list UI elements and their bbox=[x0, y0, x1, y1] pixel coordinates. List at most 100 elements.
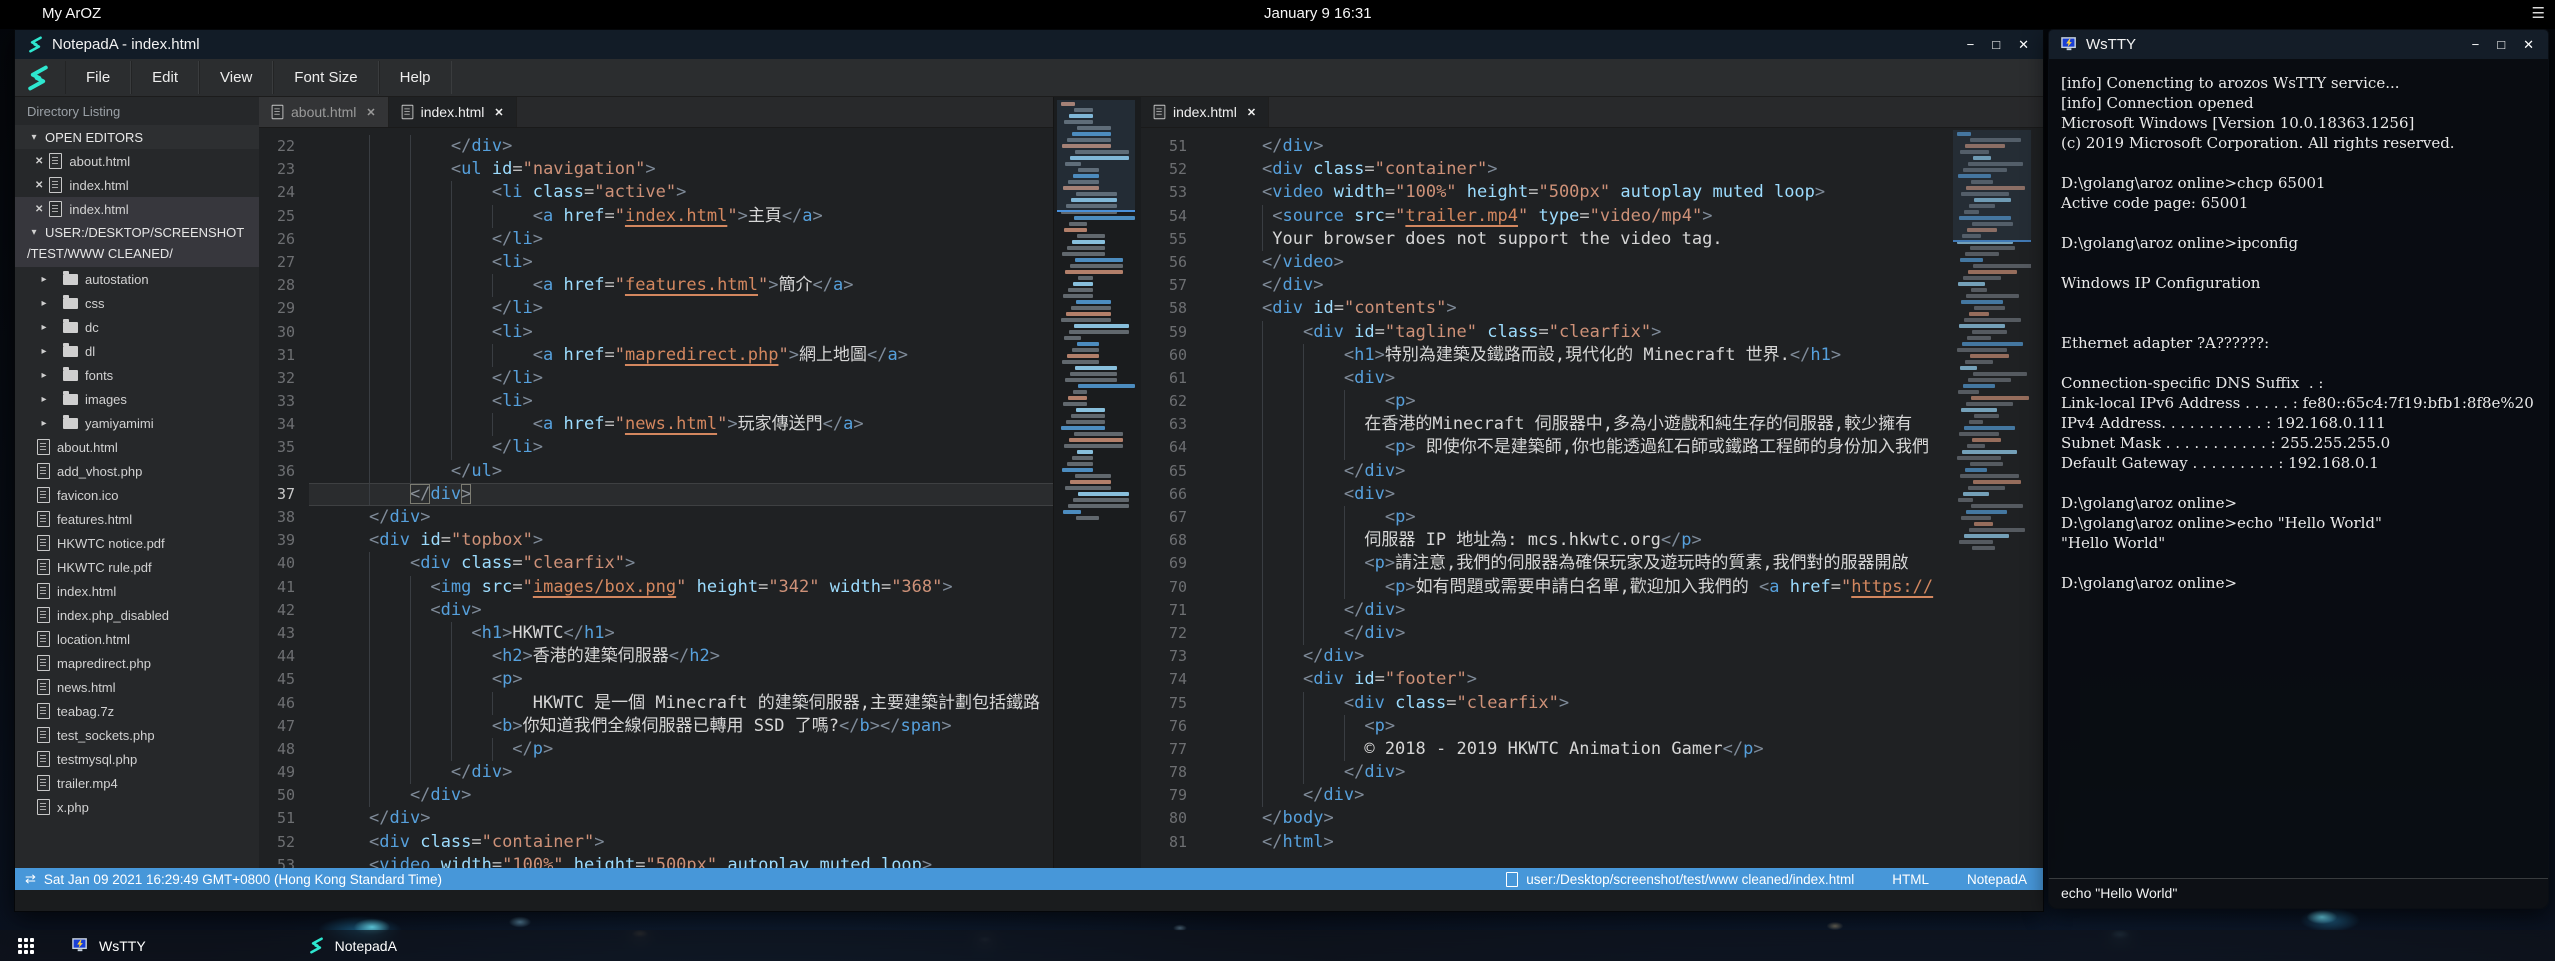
editor-pane-right[interactable]: index.html✕ 5152535455565758596061626364… bbox=[1141, 97, 2043, 890]
editor-left[interactable]: 2223242526272829303132333435363738394041… bbox=[259, 127, 1053, 890]
code-line[interactable]: <a href="features.html">簡介</a> bbox=[309, 274, 1053, 297]
code-line[interactable]: <div id="topbox"> bbox=[309, 529, 1053, 552]
code-line[interactable]: </li> bbox=[309, 228, 1053, 251]
tab-index.html[interactable]: index.html✕ bbox=[389, 97, 517, 127]
code-line[interactable]: </div> bbox=[1205, 645, 2043, 668]
terminal-output[interactable]: [info] Conencting to arozos WsTTY servic… bbox=[2049, 59, 2548, 878]
code-line[interactable]: <div id="tagline" class="clearfix"> bbox=[1205, 321, 2043, 344]
file-item[interactable]: about.html bbox=[15, 435, 259, 459]
code-line[interactable]: <img src="images/box.png" height="342" w… bbox=[309, 576, 1053, 599]
close-icon[interactable]: ✕ bbox=[2523, 37, 2534, 53]
code-line[interactable]: <div id="contents"> bbox=[1205, 297, 2043, 320]
file-item[interactable]: index.php_disabled bbox=[15, 603, 259, 627]
workspace-header[interactable]: ▾USER:/DESKTOP/SCREENSHOT/TEST/WWW CLEAN… bbox=[15, 221, 259, 267]
tab-about.html[interactable]: about.html✕ bbox=[259, 97, 389, 127]
notepada-titlebar[interactable]: NotepadA - index.html − □ ✕ bbox=[15, 30, 2043, 59]
open-editor-item[interactable]: ✕index.html bbox=[15, 197, 259, 221]
minimize-icon[interactable]: − bbox=[1967, 37, 1975, 53]
file-item[interactable]: index.html bbox=[15, 579, 259, 603]
code-right[interactable]: </div><div class="container"><video widt… bbox=[1205, 127, 2043, 890]
code-line[interactable]: <p> bbox=[1205, 506, 2043, 529]
code-line[interactable]: </li> bbox=[309, 436, 1053, 459]
taskbar-item-wstty[interactable]: WsTTY bbox=[72, 937, 146, 954]
close-icon[interactable]: ✕ bbox=[35, 204, 43, 215]
code-line[interactable]: </li> bbox=[309, 367, 1053, 390]
code-line[interactable]: <li> bbox=[309, 390, 1053, 413]
code-line[interactable]: </div> bbox=[1205, 135, 2043, 158]
code-line[interactable]: </div> bbox=[1205, 784, 2043, 807]
code-line[interactable]: </html> bbox=[1205, 831, 2043, 854]
terminal-input[interactable]: echo "Hello World" bbox=[2049, 878, 2548, 908]
file-item[interactable]: add_vhost.php bbox=[15, 459, 259, 483]
code-line[interactable]: <b>你知道我們全線伺服器已轉用 SSD 了嗎?</b></span> bbox=[309, 715, 1053, 738]
code-line[interactable]: <h2>香港的建築伺服器</h2> bbox=[309, 645, 1053, 668]
code-line[interactable]: <li class="active"> bbox=[309, 181, 1053, 204]
close-icon[interactable]: ✕ bbox=[2018, 37, 2029, 53]
code-line[interactable]: <a href="news.html">玩家傳送門</a> bbox=[309, 413, 1053, 436]
file-item[interactable]: teabag.7z bbox=[15, 699, 259, 723]
code-line[interactable]: </div> bbox=[309, 483, 1053, 506]
code-line[interactable]: 在香港的Minecraft 伺服器中,多為小遊戲和純生存的伺服器,較少擁有 bbox=[1205, 413, 2043, 436]
close-icon[interactable]: ✕ bbox=[35, 180, 43, 191]
code-line[interactable]: <p> bbox=[309, 668, 1053, 691]
folder-item[interactable]: ▸dc bbox=[15, 315, 259, 339]
file-item[interactable]: trailer.mp4 bbox=[15, 771, 259, 795]
folder-item[interactable]: ▸images bbox=[15, 387, 259, 411]
code-line[interactable]: <p>請注意,我們的伺服器為確保玩家及遊玩時的質素,我們對的服器開啟 bbox=[1205, 552, 2043, 575]
code-line[interactable]: <div class="container"> bbox=[309, 831, 1053, 854]
maximize-icon[interactable]: □ bbox=[1992, 37, 2000, 53]
editor-pane-left[interactable]: about.html✕index.html✕ 22232425262728293… bbox=[259, 97, 1054, 890]
folder-item[interactable]: ▸yamiyamimi bbox=[15, 411, 259, 435]
open-editor-item[interactable]: ✕about.html bbox=[15, 149, 259, 173]
maximize-icon[interactable]: □ bbox=[2497, 37, 2505, 53]
code-line[interactable]: Your browser does not support the video … bbox=[1205, 228, 2043, 251]
code-line[interactable]: <p> bbox=[1205, 390, 2043, 413]
code-line[interactable]: </div> bbox=[309, 506, 1053, 529]
code-line[interactable]: </body> bbox=[1205, 807, 2043, 830]
file-item[interactable]: location.html bbox=[15, 627, 259, 651]
code-line[interactable]: 伺服器 IP 地址為: mcs.hkwtc.org</p> bbox=[1205, 529, 2043, 552]
code-line[interactable]: © 2018 - 2019 HKWTC Animation Gamer</p> bbox=[1205, 738, 2043, 761]
code-line[interactable]: </div> bbox=[309, 807, 1053, 830]
code-line[interactable]: <li> bbox=[309, 251, 1053, 274]
minimize-icon[interactable]: − bbox=[2472, 37, 2480, 53]
code-line[interactable]: </div> bbox=[1205, 460, 2043, 483]
wstty-titlebar[interactable]: WsTTY − □ ✕ bbox=[2049, 30, 2548, 59]
code-line[interactable]: <div> bbox=[1205, 483, 2043, 506]
code-line[interactable]: <h1>特別為建築及鐵路而設,現代化的 Minecraft 世界.</h1> bbox=[1205, 344, 2043, 367]
app-grid-icon[interactable] bbox=[18, 938, 34, 954]
close-icon[interactable]: ✕ bbox=[35, 156, 43, 167]
code-line[interactable]: <div> bbox=[309, 599, 1053, 622]
tab-close-icon[interactable]: ✕ bbox=[366, 106, 375, 119]
code-line[interactable]: </p> bbox=[309, 738, 1053, 761]
menu-item-edit[interactable]: Edit bbox=[131, 61, 199, 94]
status-datetime-block[interactable]: ⇄ Sat Jan 09 2021 16:29:49 GMT+0800 (Hon… bbox=[25, 871, 442, 887]
folder-item[interactable]: ▸css bbox=[15, 291, 259, 315]
minimap-viewport[interactable] bbox=[1953, 130, 2031, 242]
open-editors-header[interactable]: ▾OPEN EDITORS bbox=[15, 125, 259, 149]
file-item[interactable]: testmysql.php bbox=[15, 747, 259, 771]
code-line[interactable]: <h1>HKWTC</h1> bbox=[309, 622, 1053, 645]
code-line[interactable]: <div class="clearfix"> bbox=[1205, 692, 2043, 715]
code-line[interactable]: </li> bbox=[309, 297, 1053, 320]
menu-item-help[interactable]: Help bbox=[379, 61, 452, 94]
code-line[interactable]: </div> bbox=[309, 135, 1053, 158]
code-line[interactable]: <p>如有問題或需要申請白名單,歡迎加入我們的 <a href="https:/… bbox=[1205, 576, 2043, 599]
file-item[interactable]: favicon.ico bbox=[15, 483, 259, 507]
code-line[interactable]: </ul> bbox=[309, 460, 1053, 483]
code-line[interactable]: </div> bbox=[1205, 599, 2043, 622]
code-line[interactable]: </div> bbox=[309, 784, 1053, 807]
code-line[interactable]: <ul id="navigation"> bbox=[309, 158, 1053, 181]
file-item[interactable]: mapredirect.php bbox=[15, 651, 259, 675]
status-filepath-block[interactable]: user:/Desktop/screenshot/test/www cleane… bbox=[1506, 872, 1854, 887]
aroz-brand[interactable]: My ArOZ bbox=[42, 5, 101, 22]
open-editor-item[interactable]: ✕index.html bbox=[15, 173, 259, 197]
code-line[interactable]: </div> bbox=[309, 761, 1053, 784]
folder-item[interactable]: ▸autostation bbox=[15, 267, 259, 291]
code-line[interactable]: </video> bbox=[1205, 251, 2043, 274]
code-line[interactable]: <source src="trailer.mp4" type="video/mp… bbox=[1205, 205, 2043, 228]
code-line[interactable]: <div class="container"> bbox=[1205, 158, 2043, 181]
code-line[interactable]: </div> bbox=[1205, 622, 2043, 645]
editor-right[interactable]: 5152535455565758596061626364656667686970… bbox=[1141, 127, 2043, 890]
code-line[interactable]: <div class="clearfix"> bbox=[309, 552, 1053, 575]
